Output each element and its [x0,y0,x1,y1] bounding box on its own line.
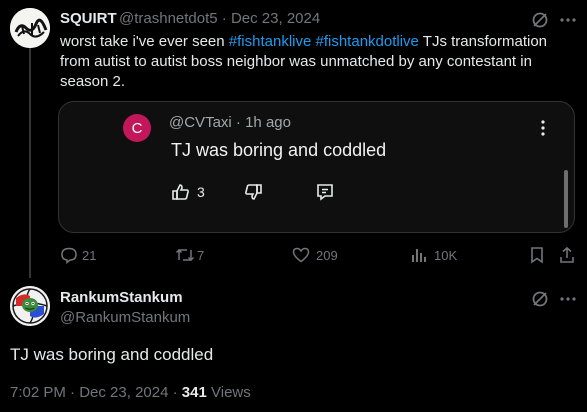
tweet-date[interactable]: Dec 23, 2024 [231,10,320,27]
bookmark-button[interactable] [528,244,546,266]
reply-time[interactable]: 7:02 PM [10,384,66,401]
embedded-media-card[interactable]: C @CVTaxi · 1h ago TJ was boring and cod… [58,101,575,233]
views-count: 10K [434,247,458,263]
views-bars-icon [410,246,428,264]
embed-actions: 3 [171,182,335,202]
reply-author-name[interactable]: RankumStankum [60,289,183,306]
reply-count: 21 [82,247,97,263]
hashtag-link[interactable]: #fishtanklive [229,33,312,50]
author-name[interactable]: SQUIRT [60,10,117,27]
bookmark-icon [528,246,546,264]
embed-separator: · [235,114,241,131]
repost-count: 7 [197,247,205,263]
reply-button[interactable]: 21 [60,244,96,266]
embed-scrollbar[interactable] [564,170,568,228]
embed-handle: @CVTaxi [169,114,232,131]
meta-separator: · [172,384,178,401]
embed-more-icon [533,118,553,138]
repost-button[interactable]: 7 [175,244,204,266]
share-button[interactable] [558,244,576,266]
author-meta: @trashnetdot5 · Dec 23, 2024 [119,10,320,27]
heart-icon [292,246,310,264]
embed-avatar-letter: C [131,119,143,137]
embed-meta: @CVTaxi · 1h ago [169,114,291,131]
embed-like-count: 3 [197,184,205,200]
embed-avatar: C [123,114,151,142]
tweet-body: worst take i've ever seen #fishtanklive … [60,32,565,92]
comment-icon [315,182,335,202]
avatar[interactable] [10,286,50,326]
embed-time: 1h ago [245,114,291,131]
like-button[interactable]: 209 [292,244,338,266]
share-icon [558,246,576,264]
meta-separator: · [221,10,227,27]
reply-author-handle[interactable]: @RankumStankum [60,309,190,326]
thumbs-up-icon [171,182,191,202]
reply-views-label: Views [211,384,251,401]
grok-icon[interactable] [530,10,550,30]
reply-body: TJ was boring and coddled [10,345,214,364]
reply-timestamp-meta: 7:02 PM · Dec 23, 2024 · 341 Views [10,384,251,401]
reply-views-count: 341 [181,384,207,401]
like-count: 209 [316,247,338,263]
avatar[interactable] [10,8,50,48]
views-button[interactable]: 10K [410,244,457,266]
more-dots-icon[interactable] [558,10,578,30]
meta-separator: · [70,384,76,401]
repost-icon [175,246,195,264]
reply-date[interactable]: Dec 23, 2024 [79,384,168,401]
thread-connector-line [29,48,31,278]
embed-comment-text: TJ was boring and coddled [171,140,387,160]
reply-icon [60,246,78,264]
tweet-text-prefix: worst take i've ever seen [60,33,229,50]
grok-icon[interactable] [530,289,550,309]
more-dots-icon[interactable] [558,289,578,309]
author-handle[interactable]: @trashnetdot5 [119,10,218,27]
thumbs-down-icon [243,182,263,202]
hashtag-link[interactable]: #fishtankdotlive [316,33,419,50]
